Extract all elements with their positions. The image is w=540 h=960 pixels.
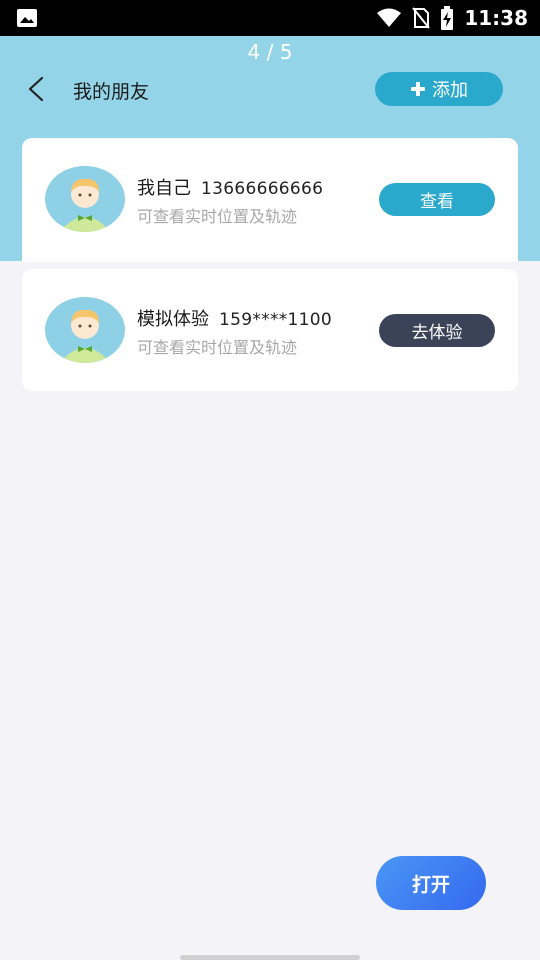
friend-description: 可查看实时位置及轨迹 — [137, 207, 298, 226]
page-title: 我的朋友 — [73, 81, 150, 103]
friend-card: 模拟体验 159****1100 可查看实时位置及轨迹 去体验 — [22, 269, 518, 391]
friend-name-row: 模拟体验 159****1100 — [137, 305, 332, 331]
open-button[interactable]: 打开 — [376, 856, 486, 910]
try-experience-button[interactable]: 去体验 — [379, 314, 495, 347]
avatar-icon — [45, 297, 125, 363]
wifi-icon — [377, 8, 402, 27]
friend-name: 模拟体验 — [137, 309, 209, 330]
plus-icon — [411, 82, 425, 96]
friend-card: 我自己 13666666666 可查看实时位置及轨迹 查看 — [22, 138, 518, 262]
home-indicator[interactable] — [180, 955, 360, 960]
image-icon — [17, 9, 37, 27]
add-friend-button[interactable]: 添加 — [375, 72, 503, 106]
friend-description: 可查看实时位置及轨迹 — [137, 338, 298, 357]
friend-name: 我自己 — [137, 178, 191, 199]
no-sim-icon — [412, 7, 431, 29]
add-friend-label: 添加 — [432, 80, 468, 101]
friend-phone: 159****1100 — [219, 310, 333, 330]
back-icon[interactable] — [22, 74, 50, 104]
friend-name-row: 我自己 13666666666 — [137, 174, 323, 200]
friend-phone: 13666666666 — [201, 179, 324, 199]
battery-charging-icon — [441, 6, 454, 30]
avatar-icon — [45, 166, 125, 232]
status-time: 11:38 — [464, 6, 528, 30]
page-counter: 4 / 5 — [247, 40, 293, 64]
view-button[interactable]: 查看 — [379, 183, 495, 216]
status-bar: 11:38 — [0, 0, 540, 36]
